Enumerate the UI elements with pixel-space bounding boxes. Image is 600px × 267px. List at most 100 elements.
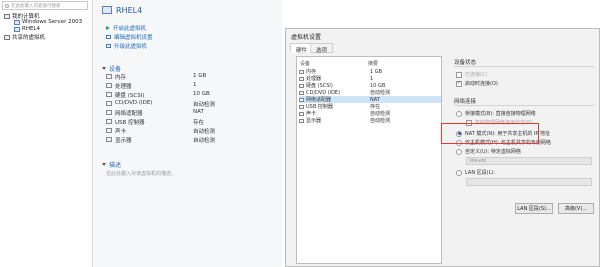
chevron-down-icon bbox=[102, 67, 106, 70]
nat-highlight-box bbox=[441, 123, 539, 144]
vm-title: RHEL4 bbox=[116, 6, 143, 15]
vm-icon bbox=[14, 19, 20, 25]
cdrom-icon bbox=[106, 101, 112, 106]
row-value: 自动检测 bbox=[370, 90, 391, 96]
hardware-row-network[interactable]: 网络适配器 NAT bbox=[299, 96, 441, 103]
edit-settings-action[interactable]: 编辑虚拟机设置 bbox=[106, 33, 153, 41]
network-icon bbox=[299, 97, 304, 102]
option-label: 已连接(C) bbox=[465, 72, 488, 78]
device-row-network[interactable]: 网络适配器 NAT bbox=[106, 109, 271, 117]
device-value: NAT bbox=[193, 109, 204, 115]
description-section-header[interactable]: 描述 bbox=[102, 160, 121, 169]
sound-icon bbox=[299, 111, 304, 116]
hardware-row-cdrom[interactable]: CD/DVD (IDE) 自动检测 bbox=[299, 89, 441, 96]
device-row-sound[interactable]: 声卡 自动检测 bbox=[106, 127, 271, 135]
hardware-row-hard-disk[interactable]: 硬盘 (SCSI) 10 GB bbox=[299, 82, 441, 89]
usb-icon bbox=[106, 119, 112, 124]
lan-segments-button[interactable]: LAN 区段(S)... bbox=[515, 203, 553, 214]
display-icon bbox=[106, 137, 112, 142]
device-value: 1 GB bbox=[193, 73, 207, 79]
search-input[interactable]: 在此处键入内容进行搜索 bbox=[2, 1, 88, 10]
device-value: 自动检测 bbox=[193, 129, 216, 135]
bridged-radio[interactable]: 桥接模式(B): 直接连接物理网络 bbox=[456, 110, 536, 117]
advanced-button[interactable]: 高级(V)... bbox=[558, 203, 594, 214]
device-name: CD/DVD (IDE) bbox=[115, 100, 153, 106]
device-row-memory[interactable]: 内存 1 GB bbox=[106, 73, 271, 81]
device-name: 网络适配器 bbox=[115, 111, 143, 117]
action-label: 升级此虚拟机 bbox=[114, 44, 148, 50]
dialog-title: 虚拟机设置 bbox=[291, 34, 322, 41]
device-value: 存在 bbox=[193, 120, 205, 126]
hardware-row-sound[interactable]: 声卡 自动检测 bbox=[299, 110, 441, 117]
action-label: 开启此虚拟机 bbox=[113, 26, 147, 32]
group-divider bbox=[454, 66, 594, 67]
row-value: NAT bbox=[370, 96, 380, 103]
device-row-display[interactable]: 显示器 自动检测 bbox=[106, 136, 271, 144]
usb-icon bbox=[299, 104, 304, 109]
row-value: 10 GB bbox=[370, 82, 386, 89]
section-title: 设备 bbox=[109, 66, 122, 73]
device-value: 10 GB bbox=[193, 91, 210, 97]
checkmark-icon: ✓ bbox=[456, 80, 462, 87]
network-icon bbox=[106, 110, 112, 115]
row-name: 网络适配器 bbox=[306, 97, 332, 103]
option-label: LAN 区段(L): bbox=[465, 170, 496, 176]
tree-label: RHEL4 bbox=[22, 26, 40, 32]
row-name: 声卡 bbox=[306, 111, 317, 117]
device-row-hard-disk[interactable]: 硬盘 (SCSI) 10 GB bbox=[106, 91, 271, 99]
device-name: 显示器 bbox=[115, 138, 132, 144]
column-header-device: 设备 bbox=[300, 61, 311, 67]
power-on-action[interactable]: 开启此虚拟机 bbox=[106, 24, 146, 32]
row-value: 存在 bbox=[370, 104, 381, 110]
lan-segment-select[interactable] bbox=[466, 178, 592, 186]
chevron-down-icon bbox=[102, 163, 106, 166]
row-value: 自动检测 bbox=[370, 111, 391, 117]
vm-icon bbox=[102, 6, 112, 14]
row-value: 1 GB bbox=[370, 68, 383, 75]
option-label: 桥接模式(B): 直接连接物理网络 bbox=[465, 111, 536, 117]
connected-checkbox[interactable]: 已连接(C) bbox=[456, 71, 487, 78]
radio-button bbox=[456, 148, 462, 155]
lan-segment-radio[interactable]: LAN 区段(L): bbox=[456, 169, 495, 176]
group-divider bbox=[454, 105, 594, 106]
row-name: USB 控制器 bbox=[306, 104, 333, 110]
device-value: 1 bbox=[193, 82, 197, 88]
upgrade-action[interactable]: 升级此虚拟机 bbox=[106, 42, 147, 50]
row-value: 自动检测 bbox=[370, 118, 391, 124]
checkbox-box bbox=[456, 71, 462, 78]
vm-icon bbox=[14, 26, 20, 32]
device-row-cdrom[interactable]: CD/DVD (IDE) 自动检测 bbox=[106, 100, 271, 108]
device-name: 内存 bbox=[115, 75, 127, 81]
hardware-row-memory[interactable]: 内存 1 GB bbox=[299, 68, 441, 75]
connect-at-power-on-checkbox[interactable]: ✓ 启动时连接(O) bbox=[456, 80, 498, 87]
hardware-row-cpu[interactable]: 处理器 1 bbox=[299, 75, 441, 82]
tree-label: Windows Server 2003 bbox=[22, 19, 83, 25]
computer-icon bbox=[4, 13, 10, 19]
hardware-row-display[interactable]: 显示器 自动检测 bbox=[299, 117, 441, 124]
device-row-usb[interactable]: USB 控制器 存在 bbox=[106, 118, 271, 126]
tree-item-windows-server-2003[interactable]: Windows Server 2003 bbox=[14, 19, 82, 25]
upgrade-icon bbox=[106, 44, 111, 48]
memory-icon bbox=[299, 69, 304, 74]
edit-icon bbox=[106, 35, 111, 39]
vm-settings-dialog: 虚拟机设置 硬件 选项 设备 摘要 内存 1 GB 处理器 1 硬盘 (SCSI… bbox=[285, 28, 600, 267]
shared-icon bbox=[4, 34, 10, 40]
section-title: 描述 bbox=[109, 162, 122, 169]
tree-item-shared-vms[interactable]: 共享的虚拟机 bbox=[4, 33, 45, 41]
tab-options[interactable]: 选项 bbox=[310, 43, 334, 54]
custom-radio[interactable]: 自定义(U): 特定虚拟网络 bbox=[456, 148, 521, 155]
row-name: CD/DVD (IDE) bbox=[306, 89, 341, 96]
row-name: 显示器 bbox=[306, 118, 322, 124]
hardware-row-usb[interactable]: USB 控制器 存在 bbox=[299, 103, 441, 110]
column-header-summary: 摘要 bbox=[368, 61, 379, 67]
library-pane: 在此处键入内容进行搜索 我的计算机 Windows Server 2003 RH… bbox=[0, 0, 93, 267]
memory-icon bbox=[106, 74, 112, 79]
tree-item-rhel4[interactable]: RHEL4 bbox=[14, 26, 40, 32]
custom-network-select[interactable]: VMnet0 bbox=[466, 157, 592, 165]
radio-button bbox=[456, 169, 462, 176]
device-row-cpu[interactable]: 处理器 1 bbox=[106, 82, 271, 90]
network-connection-heading: 网络连接 bbox=[454, 99, 477, 105]
row-name: 处理器 bbox=[306, 76, 322, 82]
description-field[interactable]: 在此处键入对该虚拟机的描述。 bbox=[106, 170, 176, 177]
devices-section-header[interactable]: 设备 bbox=[102, 64, 121, 73]
